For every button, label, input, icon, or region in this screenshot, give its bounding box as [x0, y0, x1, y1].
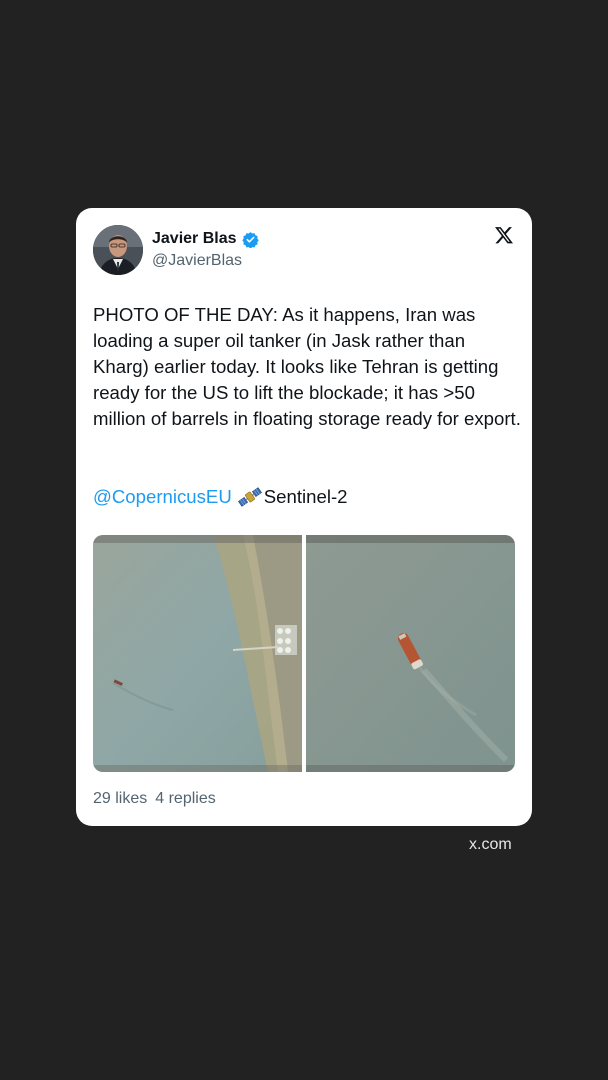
- mention-link[interactable]: @CopernicusEU: [93, 484, 232, 510]
- author-name-row[interactable]: Javier Blas: [152, 230, 259, 248]
- satellite-image-coast: [93, 535, 302, 772]
- source-label: x.com: [469, 836, 512, 853]
- satellite-icon: [237, 487, 262, 507]
- tweet-card[interactable]: Javier Blas @JavierBlas PHOTO OF THE DAY…: [76, 208, 532, 826]
- verified-badge-icon: [241, 231, 259, 248]
- tweet-stats: 29 likes 4 replies: [93, 790, 216, 808]
- satellite-image-tanker: [306, 535, 515, 772]
- replies-count[interactable]: 4 replies: [155, 790, 215, 808]
- tweet-text: PHOTO OF THE DAY: As it happens, Iran wa…: [93, 304, 521, 429]
- avatar[interactable]: [93, 225, 143, 275]
- profile-photo: [93, 225, 143, 275]
- tweet-media: [93, 535, 515, 772]
- tag-text: Sentinel-2: [263, 486, 348, 507]
- x-logo-icon[interactable]: [494, 225, 514, 245]
- author-name[interactable]: Javier Blas: [152, 230, 237, 248]
- tweet-mentions: @CopernicusEU Sentinel-2: [93, 484, 348, 510]
- satellite-photo-left[interactable]: [93, 535, 302, 772]
- likes-count[interactable]: 29 likes: [93, 790, 147, 808]
- author-handle[interactable]: @JavierBlas: [152, 252, 242, 270]
- satellite-photo-right[interactable]: [306, 535, 515, 772]
